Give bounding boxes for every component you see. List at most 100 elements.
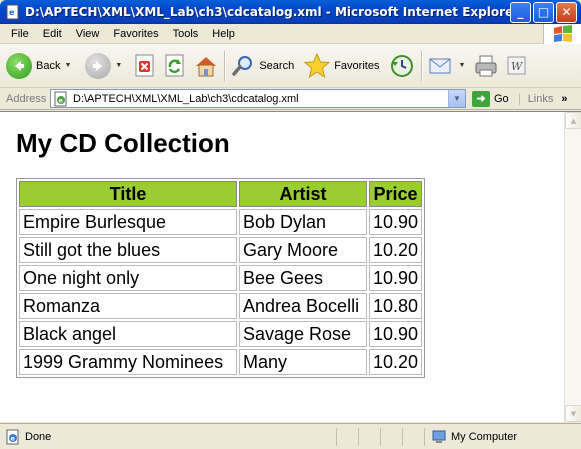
back-dropdown-icon[interactable]: ▼ bbox=[64, 62, 71, 69]
cell-artist: Andrea Bocelli bbox=[239, 293, 367, 319]
status-text: Done bbox=[25, 430, 52, 443]
cell-title: 1999 Grammy Nominees bbox=[19, 349, 237, 375]
refresh-button[interactable] bbox=[164, 48, 186, 84]
cell-artist: Savage Rose bbox=[239, 321, 367, 347]
cd-table: Title Artist Price Empire Burlesque Bob … bbox=[16, 178, 426, 378]
word-icon: W bbox=[507, 56, 526, 74]
window-title: D:\APTECH\XML\XML_Lab\ch3\cdcatalog.xml … bbox=[25, 5, 510, 19]
chevron-up-icon: ▲ bbox=[570, 116, 577, 125]
column-header-price: Price bbox=[369, 181, 423, 207]
cell-title: One night only bbox=[19, 265, 237, 291]
scroll-up-button[interactable]: ▲ bbox=[565, 112, 581, 129]
history-icon bbox=[391, 54, 414, 77]
svg-text:e: e bbox=[9, 8, 15, 17]
status-panel bbox=[336, 427, 358, 446]
back-button[interactable]: Back ▼ bbox=[6, 48, 71, 84]
go-button[interactable]: ➜ Go bbox=[472, 90, 509, 107]
browser-viewport: My CD Collection Title Artist Price Empi… bbox=[0, 111, 581, 422]
toolbar: Back ▼ ▼ Search Favorites ▼ W bbox=[0, 44, 581, 88]
status-panel bbox=[402, 427, 424, 446]
cell-artist: Gary Moore bbox=[239, 237, 367, 263]
back-icon bbox=[6, 52, 32, 79]
minimize-icon: _ bbox=[517, 5, 524, 19]
stop-icon bbox=[135, 54, 154, 76]
menu-edit[interactable]: Edit bbox=[36, 28, 69, 40]
go-icon: ➜ bbox=[472, 90, 490, 107]
home-icon bbox=[196, 56, 217, 76]
cell-price: 10.90 bbox=[369, 321, 423, 347]
status-panel bbox=[358, 427, 380, 446]
address-value: D:\APTECH\XML\XML_Lab\ch3\cdcatalog.xml bbox=[73, 92, 299, 105]
status-bar: e Done My Computer bbox=[0, 423, 581, 449]
column-header-title: Title bbox=[19, 181, 237, 207]
menu-bar: File Edit View Favorites Tools Help bbox=[0, 24, 581, 44]
svg-text:W: W bbox=[511, 60, 524, 73]
favorites-button[interactable]: Favorites bbox=[304, 48, 379, 84]
ie-page-icon: e bbox=[54, 91, 67, 106]
stop-button[interactable] bbox=[134, 48, 156, 84]
search-label: Search bbox=[259, 59, 295, 72]
chevron-right-icon[interactable]: » bbox=[561, 93, 567, 105]
table-header-row: Title Artist Price bbox=[19, 181, 423, 207]
status-panel bbox=[380, 427, 402, 446]
menu-tools[interactable]: Tools bbox=[166, 28, 206, 40]
security-zone: My Computer bbox=[424, 427, 581, 446]
ie-page-icon: e bbox=[6, 4, 19, 20]
toolbar-separator bbox=[421, 50, 423, 81]
print-button[interactable] bbox=[473, 48, 499, 84]
toolbar-separator bbox=[224, 50, 226, 81]
table-row: Still got the blues Gary Moore 10.20 bbox=[19, 237, 423, 263]
close-button[interactable]: ✕ bbox=[556, 1, 577, 23]
back-label: Back bbox=[36, 59, 61, 72]
search-button[interactable]: Search bbox=[231, 48, 294, 84]
print-icon bbox=[475, 55, 497, 76]
column-header-artist: Artist bbox=[239, 181, 367, 207]
page-title: My CD Collection bbox=[16, 128, 230, 158]
menu-help[interactable]: Help bbox=[205, 28, 242, 40]
my-computer-icon bbox=[432, 430, 446, 443]
menu-file[interactable]: File bbox=[4, 28, 36, 40]
vertical-scrollbar[interactable]: ▲ ▼ bbox=[564, 112, 581, 422]
windows-logo-icon bbox=[543, 24, 581, 44]
maximize-icon: □ bbox=[537, 5, 550, 19]
menu-view[interactable]: View bbox=[69, 28, 107, 40]
mail-icon bbox=[429, 58, 451, 73]
mail-dropdown-icon[interactable]: ▼ bbox=[458, 62, 465, 69]
cell-price: 10.80 bbox=[369, 293, 423, 319]
table-row: One night only Bee Gees 10.90 bbox=[19, 265, 423, 291]
cell-price: 10.20 bbox=[369, 237, 423, 263]
edit-word-button[interactable]: W bbox=[507, 48, 527, 84]
ie-page-icon: e bbox=[6, 429, 19, 444]
mail-button[interactable]: ▼ bbox=[428, 48, 465, 84]
home-button[interactable] bbox=[194, 48, 218, 84]
table-row: Romanza Andrea Bocelli 10.80 bbox=[19, 293, 423, 319]
svg-text:e: e bbox=[11, 434, 16, 442]
forward-icon bbox=[85, 52, 112, 79]
favorites-label: Favorites bbox=[334, 59, 380, 72]
minimize-button[interactable]: _ bbox=[510, 1, 531, 23]
cell-artist: Bob Dylan bbox=[239, 209, 367, 235]
cell-price: 10.90 bbox=[369, 209, 423, 235]
search-icon bbox=[232, 55, 253, 76]
scroll-down-button[interactable]: ▼ bbox=[565, 405, 581, 422]
cell-title: Still got the blues bbox=[19, 237, 237, 263]
chevron-down-icon: ▼ bbox=[570, 409, 577, 418]
zone-label: My Computer bbox=[451, 430, 518, 443]
favorites-star-icon bbox=[304, 52, 331, 78]
cell-price: 10.90 bbox=[369, 265, 423, 291]
menu-favorites[interactable]: Favorites bbox=[106, 28, 165, 40]
forward-button[interactable]: ▼ bbox=[85, 48, 122, 84]
cell-price: 10.20 bbox=[369, 349, 423, 375]
title-bar: e D:\APTECH\XML\XML_Lab\ch3\cdcatalog.xm… bbox=[0, 0, 581, 24]
history-button[interactable] bbox=[389, 48, 415, 84]
maximize-button[interactable]: □ bbox=[533, 1, 554, 23]
cell-title: Black angel bbox=[19, 321, 237, 347]
address-dropdown-button[interactable]: ▼ bbox=[448, 90, 465, 107]
links-label[interactable]: Links bbox=[518, 92, 553, 105]
forward-dropdown-icon[interactable]: ▼ bbox=[115, 62, 122, 69]
close-icon: ✕ bbox=[561, 5, 572, 19]
address-bar: Address e D:\APTECH\XML\XML_Lab\ch3\cdca… bbox=[0, 88, 581, 110]
cell-artist: Many bbox=[239, 349, 367, 375]
address-input[interactable]: e D:\APTECH\XML\XML_Lab\ch3\cdcatalog.xm… bbox=[50, 89, 466, 108]
cell-title: Empire Burlesque bbox=[19, 209, 237, 235]
